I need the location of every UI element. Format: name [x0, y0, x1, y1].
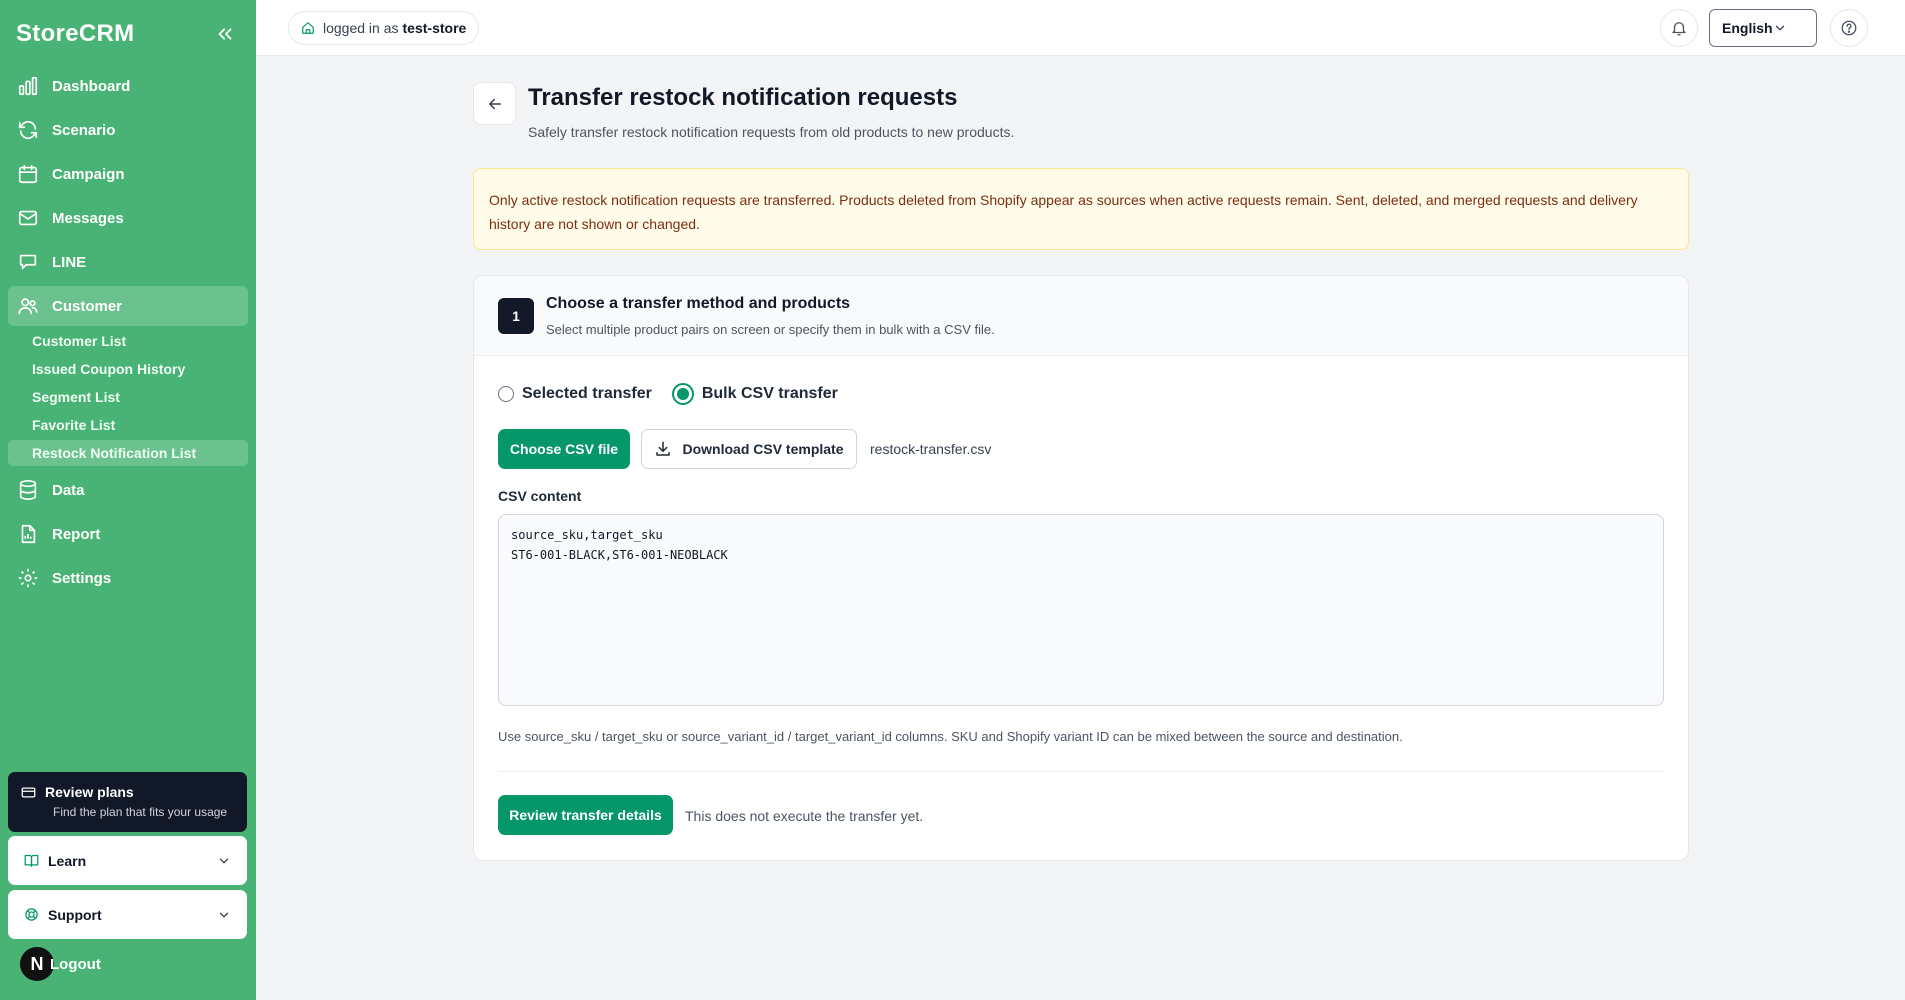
selected-file-name: restock-transfer.csv [870, 441, 992, 457]
users-icon [17, 295, 39, 317]
choose-csv-file-button[interactable]: Choose CSV file [498, 429, 630, 469]
download-csv-template-button[interactable]: Download CSV template [641, 429, 857, 469]
logout-button[interactable]: N Logout [18, 945, 101, 983]
sidebar-item-line[interactable]: LINE [8, 242, 248, 282]
sidebar-subitem-favorite-list[interactable]: Favorite List [8, 412, 248, 438]
sidebar-subitem-restock-notification-list[interactable]: Restock Notification List [8, 440, 248, 466]
lifebuoy-icon [24, 907, 39, 922]
calendar-icon [17, 163, 39, 185]
sidebar-item-label: Scenario [52, 121, 116, 139]
sidebar-item-messages[interactable]: Messages [8, 198, 248, 238]
divider [498, 771, 1664, 772]
sidebar-subitem-issued-coupon-history[interactable]: Issued Coupon History [8, 356, 248, 382]
sidebar-item-label: Customer [52, 297, 123, 315]
sidebar-item-scenario[interactable]: Scenario [8, 110, 248, 150]
help-icon [1840, 19, 1858, 37]
sidebar-item-label: Campaign [52, 165, 125, 183]
radio-label: Selected transfer [522, 385, 652, 402]
radio-circle-checked [671, 383, 694, 405]
step-number-badge: 1 [498, 298, 534, 334]
database-icon [17, 479, 39, 501]
sidebar: StoreCRM Dashboard Scenario Campaign Mes… [0, 0, 256, 1000]
sidebar-item-label: Messages [52, 209, 124, 227]
support-label: Support [48, 906, 102, 923]
step1-title: Choose a transfer method and products [546, 295, 851, 312]
language-select[interactable]: English [1709, 9, 1817, 47]
chat-icon [17, 251, 39, 273]
book-icon [24, 853, 39, 868]
home-icon [301, 21, 315, 35]
customer-submenu: Customer List Issued Coupon History Segm… [8, 328, 248, 466]
csv-content-label: CSV content [498, 488, 582, 504]
step1-subtitle: Select multiple product pairs on screen … [546, 322, 995, 337]
sidebar-nav: Dashboard Scenario Campaign Messages LIN… [8, 66, 248, 602]
sidebar-item-settings[interactable]: Settings [8, 558, 248, 598]
step1-card: 1 Choose a transfer method and products … [473, 275, 1689, 861]
sidebar-item-label: Report [52, 525, 101, 543]
bell-icon [1670, 19, 1688, 37]
file-chart-icon [17, 523, 39, 545]
logged-in-prefix: logged in as [323, 20, 399, 36]
transfer-method-radio-group: Selected transfer Bulk CSV transfer [498, 383, 858, 405]
help-button[interactable] [1830, 9, 1868, 47]
warning-notice: Only active restock notification request… [473, 168, 1689, 250]
sidebar-item-label: Settings [52, 569, 112, 587]
arrow-left-icon [486, 95, 504, 113]
execution-note: This does not execute the transfer yet. [685, 808, 924, 824]
sidebar-subitem-segment-list[interactable]: Segment List [8, 384, 248, 410]
page-title: Transfer restock notification requests [528, 84, 958, 111]
support-accordion[interactable]: Support [8, 890, 247, 939]
logout-label: Logout [50, 955, 101, 973]
notifications-button[interactable] [1660, 9, 1698, 47]
bar-chart-icon [17, 75, 39, 97]
topbar: logged in as test-store English [256, 0, 1905, 56]
radio-bulk-csv-transfer[interactable]: Bulk CSV transfer [671, 383, 838, 405]
csv-content-textarea[interactable]: source_sku,target_sku ST6-001-BLACK,ST6-… [498, 514, 1664, 706]
download-template-label: Download CSV template [682, 441, 844, 457]
credit-card-icon [21, 785, 36, 800]
review-plans-title: Review plans [45, 784, 134, 800]
review-plans-card[interactable]: Review plans Find the plan that fits you… [8, 772, 247, 832]
mail-icon [17, 207, 39, 229]
sidebar-item-customer[interactable]: Customer [8, 286, 248, 326]
review-plans-desc: Find the plan that fits your usage [53, 805, 228, 819]
radio-label: Bulk CSV transfer [701, 385, 838, 402]
sidebar-item-dashboard[interactable]: Dashboard [8, 66, 248, 106]
language-value: English [1722, 20, 1773, 36]
step1-header: 1 Choose a transfer method and products … [474, 276, 1688, 356]
chevron-down-icon [217, 854, 231, 868]
refresh-icon [17, 119, 39, 141]
chevron-down-icon [217, 908, 231, 922]
download-icon [654, 440, 682, 458]
sidebar-item-report[interactable]: Report [8, 514, 248, 554]
page-subtitle: Safely transfer restock notification req… [528, 124, 1015, 140]
sidebar-item-label: LINE [52, 253, 87, 271]
app-logo: StoreCRM [16, 20, 135, 47]
learn-label: Learn [48, 852, 87, 869]
back-button[interactable] [473, 82, 516, 125]
csv-columns-hint: Use source_sku / target_sku or source_va… [498, 729, 1403, 744]
store-name: test-store [402, 20, 467, 36]
radio-circle [498, 386, 514, 402]
sidebar-subitem-customer-list[interactable]: Customer List [8, 328, 248, 354]
sidebar-item-label: Data [52, 481, 85, 499]
collapse-sidebar-icon[interactable] [214, 23, 236, 45]
store-indicator[interactable]: logged in as test-store [288, 11, 480, 45]
sidebar-item-campaign[interactable]: Campaign [8, 154, 248, 194]
sidebar-item-label: Dashboard [52, 77, 131, 95]
review-transfer-details-button[interactable]: Review transfer details [498, 795, 673, 835]
learn-accordion[interactable]: Learn [8, 836, 247, 885]
sidebar-item-data[interactable]: Data [8, 470, 248, 510]
chevron-down-icon [1773, 21, 1804, 35]
radio-selected-transfer[interactable]: Selected transfer [498, 385, 652, 403]
gear-icon [17, 567, 39, 589]
